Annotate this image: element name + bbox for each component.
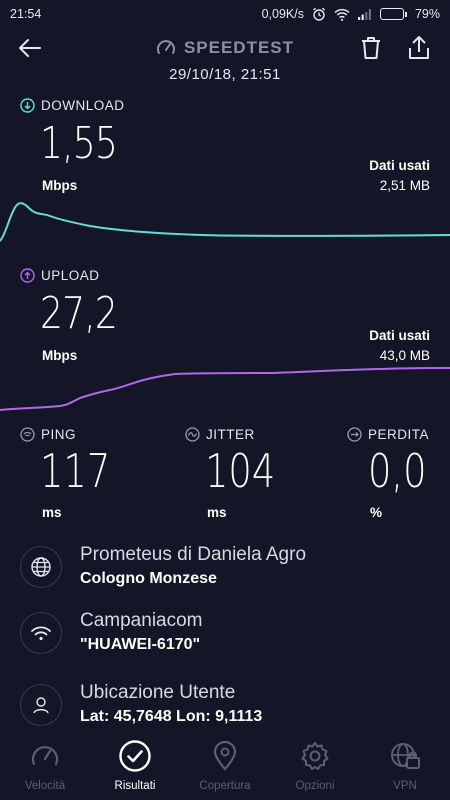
wifi-status-icon: [334, 8, 350, 21]
upload-value: 27,2: [40, 288, 118, 339]
speedometer-icon: [31, 746, 59, 766]
ping-label: PING: [20, 427, 76, 442]
download-data-used-label: Dati usati: [369, 158, 430, 173]
trash-icon: [362, 37, 380, 59]
delete-button[interactable]: [356, 32, 386, 64]
vpn-globe-icon: [391, 743, 420, 769]
nav-label: Risultati: [114, 780, 156, 792]
nav-item-risultati[interactable]: Risultati: [90, 732, 180, 800]
nav-item-copertura[interactable]: Copertura: [180, 732, 270, 800]
loss-value: 0,0: [368, 444, 427, 498]
user-coordinates: Lat: 45,7648 Lon: 9,1113: [80, 708, 263, 725]
loss-unit: %: [370, 505, 383, 520]
jitter-value: 104: [205, 444, 276, 498]
download-arrow-icon: [20, 98, 35, 113]
loss-label: PERDITA: [347, 427, 429, 442]
upload-arrow-icon: [20, 268, 35, 283]
nav-item-velocita[interactable]: Velocità: [0, 732, 90, 800]
ping-unit: ms: [42, 505, 62, 520]
network-speed: 0,09K/s: [261, 7, 304, 21]
status-bar: 21:54 0,09K/s 79%: [0, 0, 450, 28]
jitter-icon: [185, 427, 200, 442]
jitter-unit: ms: [207, 505, 227, 520]
ping-value: 117: [40, 444, 111, 498]
ping-label-text: PING: [41, 427, 77, 442]
server-name: Prometeus di Daniela Agro: [80, 544, 307, 565]
jitter-label-text: JITTER: [206, 427, 255, 442]
nav-item-opzioni[interactable]: Opzioni: [270, 732, 360, 800]
upload-label-text: UPLOAD: [41, 268, 100, 283]
nav-label: Velocità: [24, 780, 66, 792]
wifi-icon: [31, 626, 51, 641]
speedometer-logo-icon: [156, 40, 175, 54]
test-date: 29/10/18, 21:51: [169, 66, 281, 83]
nav-label: VPN: [393, 780, 417, 792]
app-header: SPEEDTEST: [0, 28, 450, 68]
upload-unit: Mbps: [42, 348, 78, 363]
title-text: SPEEDTEST: [183, 38, 295, 57]
battery-percent: 79%: [414, 7, 440, 21]
jitter-label: JITTER: [185, 427, 255, 442]
user-icon: [33, 697, 49, 714]
ping-icon: [20, 427, 35, 442]
share-icon: [409, 36, 429, 59]
provider-network: "HUAWEI-6170": [80, 636, 201, 653]
gear-icon: [301, 742, 329, 770]
signal-icon: [357, 9, 371, 20]
download-data-used-value: 2,51 MB: [379, 178, 430, 193]
nav-label: Opzioni: [295, 780, 335, 792]
globe-icon: [31, 557, 51, 577]
provider-name: Campaniacom: [80, 610, 203, 631]
map-pin-icon: [213, 740, 237, 771]
bottom-nav: Velocità Risultati Copertura Opzioni VPN: [0, 732, 450, 800]
download-value: 1,55: [40, 118, 118, 169]
upload-data-used-label: Dati usati: [369, 328, 430, 343]
user-location-label: Ubicazione Utente: [80, 682, 236, 703]
nav-item-vpn[interactable]: VPN: [360, 732, 450, 800]
status-time: 21:54: [10, 7, 42, 21]
user-location-info: Ubicazione Utente Lat: 45,7648 Lon: 9,11…: [20, 680, 440, 732]
packet-loss-icon: [347, 427, 362, 442]
share-button[interactable]: [404, 32, 434, 64]
download-graph: [0, 202, 450, 242]
status-indicators: 0,09K/s 79%: [262, 7, 440, 21]
provider-info: Campaniacom "HUAWEI-6170": [20, 608, 440, 660]
download-graph-line: [0, 202, 450, 242]
download-label-text: DOWNLOAD: [41, 98, 125, 113]
download-unit: Mbps: [42, 178, 78, 193]
download-label: DOWNLOAD: [20, 98, 125, 113]
server-location: Cologno Monzese: [80, 570, 217, 587]
nav-label: Copertura: [199, 780, 251, 792]
loss-label-text: PERDITA: [368, 427, 430, 442]
upload-data-used-value: 43,0 MB: [379, 348, 430, 363]
upload-graph: [0, 367, 450, 411]
upload-graph-line: [0, 367, 450, 411]
battery-icon: [379, 8, 407, 20]
upload-label: UPLOAD: [20, 268, 100, 283]
check-circle-icon: [119, 740, 151, 772]
alarm-icon: [313, 7, 325, 21]
server-info: Prometeus di Daniela Agro Cologno Monzes…: [20, 542, 440, 594]
